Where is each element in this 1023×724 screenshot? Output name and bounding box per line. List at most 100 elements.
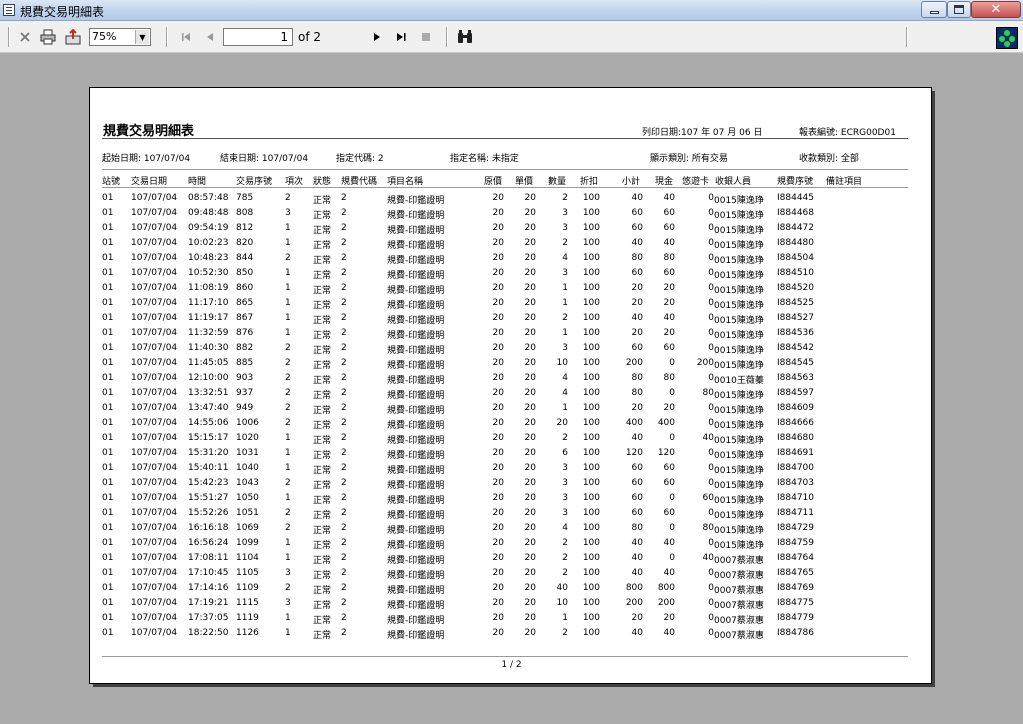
cell-fee-serial: I884729 (777, 523, 815, 533)
cell-item-no: 1 (285, 298, 291, 308)
cell-date: 107/07/04 (131, 433, 178, 443)
first-page-button[interactable] (178, 29, 194, 45)
cell-txn-seq: 850 (236, 268, 254, 278)
cell-cashier: 0007蔡淑惠 (714, 556, 764, 566)
cell-qty: 1 (562, 298, 568, 308)
last-page-button[interactable] (393, 29, 409, 45)
cell-station: 01 (102, 223, 114, 233)
cell-txn-seq: 1006 (236, 418, 259, 428)
cell-qty: 4 (562, 388, 568, 398)
cell-item-name: 規費-印鑑證明 (387, 511, 445, 521)
cell-item-no: 1 (285, 283, 291, 293)
cell-cashier: 0015陳逸琤 (714, 436, 764, 446)
cell-item-no: 2 (285, 358, 291, 368)
cell-unit-price: 20 (524, 298, 536, 308)
cell-item-name: 規費-印鑑證明 (387, 496, 445, 506)
cell-fee-code: 2 (341, 313, 347, 323)
cell-fee-code: 2 (341, 418, 347, 428)
cell-item-no: 1 (285, 313, 291, 323)
cell-status: 正常 (313, 511, 332, 521)
report-toolbar: 75% ▼ 1 of 2 (0, 21, 1023, 53)
cell-qty: 2 (562, 628, 568, 638)
toolbar-separator (906, 27, 908, 47)
cell-txn-seq: 1099 (236, 538, 259, 548)
cell-status: 正常 (313, 271, 332, 281)
stop-button[interactable] (17, 29, 33, 45)
table-row: 01 107/07/04 16:16:18 1069 2 正常 2 規費-印鑑證明 20 20 4 1… (90, 522, 931, 537)
cell-date: 107/07/04 (131, 598, 178, 608)
cell-subtotal: 60 (631, 493, 643, 503)
cell-cash: 80 (663, 253, 675, 263)
cell-orig-price: 20 (492, 433, 504, 443)
cell-easycard: 0 (708, 583, 714, 593)
cell-item-name: 規費-印鑑證明 (387, 226, 445, 236)
report-title: 規費交易明細表 (103, 124, 195, 139)
cell-qty: 1 (562, 283, 568, 293)
find-button[interactable] (457, 29, 473, 45)
cell-qty: 2 (562, 568, 568, 578)
cell-time: 15:52:26 (188, 508, 229, 518)
cell-txn-seq: 812 (236, 223, 254, 233)
cell-fee-code: 2 (341, 298, 347, 308)
column-header: 悠遊卡 (682, 177, 710, 187)
export-button[interactable] (65, 29, 81, 45)
cell-unit-price: 20 (524, 418, 536, 428)
cell-easycard: 40 (702, 433, 714, 443)
cell-time: 15:51:27 (188, 493, 229, 503)
cell-fee-code: 2 (341, 358, 347, 368)
minimize-button[interactable] (921, 1, 947, 18)
cell-cash: 0 (669, 553, 675, 563)
cell-time: 11:45:05 (188, 358, 229, 368)
previous-page-button[interactable] (202, 29, 218, 45)
page-number: 1 / 2 (501, 660, 522, 670)
cell-item-name: 規費-印鑑證明 (387, 541, 445, 551)
cell-subtotal: 20 (631, 328, 643, 338)
maximize-button[interactable] (947, 1, 971, 18)
cell-item-no: 1 (285, 238, 291, 248)
cell-fee-code: 2 (341, 208, 347, 218)
cell-txn-seq: 865 (236, 298, 254, 308)
cell-item-name: 規費-印鑑證明 (387, 391, 445, 401)
window-title: 規費交易明細表 (20, 5, 105, 19)
cell-fee-serial: I884468 (777, 208, 815, 218)
cell-qty: 3 (562, 223, 568, 233)
table-row: 01 107/07/04 14:55:06 1006 2 正常 2 規費-印鑑證明 20 20 20… (90, 417, 931, 432)
cell-station: 01 (102, 328, 114, 338)
table-row: 01 107/07/04 11:45:05 885 2 正常 2 規費-印鑑證明 20 20 10 1… (90, 357, 931, 372)
cell-fee-code: 2 (341, 373, 347, 383)
cell-subtotal: 20 (631, 613, 643, 623)
cell-easycard: 0 (708, 238, 714, 248)
page-number-input[interactable]: 1 (223, 28, 293, 46)
cell-unit-price: 20 (524, 493, 536, 503)
stop-loading-button[interactable] (418, 29, 434, 45)
cell-station: 01 (102, 478, 114, 488)
print-button[interactable] (40, 29, 56, 45)
cell-subtotal: 40 (631, 433, 643, 443)
cell-easycard: 80 (702, 388, 714, 398)
cell-station: 01 (102, 313, 114, 323)
cell-fee-code: 2 (341, 448, 347, 458)
cell-fee-code: 2 (341, 523, 347, 533)
cell-orig-price: 20 (492, 553, 504, 563)
cell-station: 01 (102, 613, 114, 623)
cell-date: 107/07/04 (131, 328, 178, 338)
cell-time: 11:17:10 (188, 298, 229, 308)
cell-fee-serial: I884711 (777, 508, 815, 518)
next-page-button[interactable] (369, 29, 385, 45)
cell-discount: 100 (582, 433, 600, 443)
cell-cashier: 0015陳逸琤 (714, 526, 764, 536)
cell-date: 107/07/04 (131, 193, 178, 203)
cell-unit-price: 20 (524, 478, 536, 488)
cell-fee-serial: I884480 (777, 238, 815, 248)
cell-easycard: 0 (708, 628, 714, 638)
cell-item-no: 1 (285, 433, 291, 443)
cell-fee-serial: I884525 (777, 298, 815, 308)
cell-item-no: 2 (285, 523, 291, 533)
cell-item-no: 3 (285, 208, 291, 218)
close-button[interactable]: ✕ (971, 1, 1021, 18)
cell-item-name: 規費-印鑑證明 (387, 481, 445, 491)
zoom-select[interactable]: 75% ▼ (89, 28, 151, 46)
cell-status: 正常 (313, 451, 332, 461)
cell-discount: 100 (582, 418, 600, 428)
table-row: 01 107/07/04 15:42:23 1043 2 正常 2 規費-印鑑證明 20 20 3 1… (90, 477, 931, 492)
